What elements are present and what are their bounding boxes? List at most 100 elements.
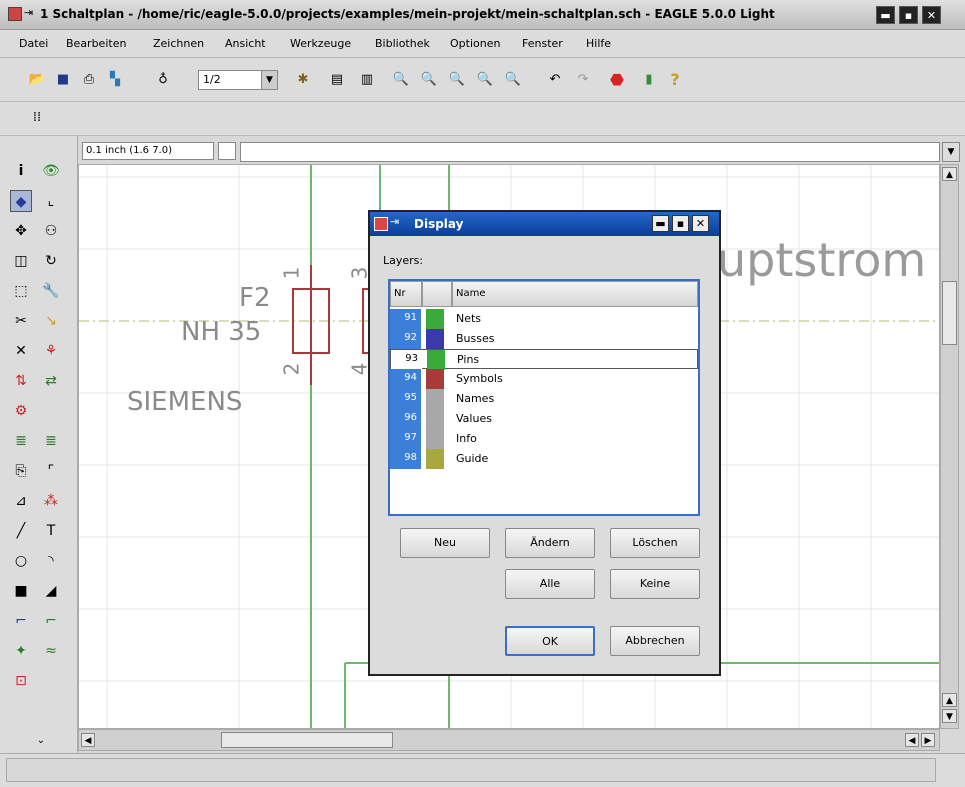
layer-row[interactable]: 97 Info xyxy=(390,429,698,449)
script-icon[interactable]: ▤ xyxy=(326,70,348,90)
dialog-minimize-button[interactable]: ▬ xyxy=(652,215,669,232)
zoom-fit-icon[interactable]: 🔍 xyxy=(390,70,412,90)
change-button[interactable]: Ändern xyxy=(505,528,595,558)
column-header-color[interactable] xyxy=(422,281,452,307)
layer-row[interactable]: 96 Values xyxy=(390,409,698,429)
menu-zeichnen[interactable]: Zeichnen xyxy=(153,37,204,50)
menu-datei[interactable]: Datei xyxy=(19,37,48,50)
new-button[interactable]: Neu xyxy=(400,528,490,558)
menu-bearbeiten[interactable]: Bearbeiten xyxy=(66,37,126,50)
scroll-up-icon[interactable]: ▲ xyxy=(942,167,957,181)
chevron-down-icon[interactable]: ▼ xyxy=(942,142,960,162)
horizontal-scroll-thumb[interactable] xyxy=(221,732,393,748)
all-button[interactable]: Alle xyxy=(505,569,595,599)
minimize-button[interactable]: ▬ xyxy=(876,6,895,24)
change-icon[interactable]: 🔧 xyxy=(40,280,62,302)
ok-button[interactable]: OK xyxy=(505,626,595,656)
more-tools-icon[interactable]: ⌄ xyxy=(30,730,52,752)
zoom-redraw-icon[interactable]: 🔍 xyxy=(474,70,496,90)
save-icon[interactable]: ■ xyxy=(52,70,74,90)
none-button[interactable]: Keine xyxy=(610,569,700,599)
sheet-icon[interactable]: ♁ xyxy=(152,70,174,90)
circle-icon[interactable]: ○ xyxy=(10,550,32,572)
redo-icon[interactable]: ↷ xyxy=(572,70,594,90)
delete-icon[interactable]: ✕ xyxy=(10,340,32,362)
cam-icon[interactable]: ▚ xyxy=(104,70,126,90)
mark-icon[interactable]: ⌞ xyxy=(40,190,62,212)
cancel-button[interactable]: Abbrechen xyxy=(610,626,700,656)
delete-button[interactable]: Löschen xyxy=(610,528,700,558)
undo-icon[interactable]: ↶ xyxy=(544,70,566,90)
command-input[interactable] xyxy=(240,142,940,162)
maximize-button[interactable]: ▪ xyxy=(899,6,918,24)
invoke-icon[interactable]: ⁂ xyxy=(40,490,62,512)
app-icon[interactable] xyxy=(8,7,22,21)
layer-row[interactable]: 93 Pins xyxy=(390,349,698,370)
layer-row[interactable]: 92 Busses xyxy=(390,329,698,349)
menu-bibliothek[interactable]: Bibliothek xyxy=(375,37,430,50)
add-icon[interactable]: ⚘ xyxy=(40,340,62,362)
gateswap-icon[interactable]: ⇄ xyxy=(40,370,62,392)
value-icon[interactable]: ≣ xyxy=(40,430,62,452)
scroll-up-icon[interactable]: ▲ xyxy=(942,693,957,707)
go-icon[interactable]: ▮ xyxy=(638,70,660,90)
junction-icon[interactable]: ✦ xyxy=(10,640,32,662)
column-header-name[interactable]: Name xyxy=(452,281,698,307)
shade-icon[interactable]: ⇥ xyxy=(24,6,33,19)
rotate-icon[interactable]: ↻ xyxy=(40,250,62,272)
group-icon[interactable]: ⬚ xyxy=(10,280,32,302)
dialog-close-button[interactable]: ✕ xyxy=(692,215,709,232)
close-button[interactable]: ✕ xyxy=(922,6,941,24)
menu-ansicht[interactable]: Ansicht xyxy=(225,37,266,50)
label-icon[interactable]: ≈ xyxy=(40,640,62,662)
sheet-select[interactable]: 1/2 ▼ xyxy=(198,70,278,90)
ulp-icon[interactable]: ✱ xyxy=(292,70,314,90)
paste-icon[interactable]: ↘ xyxy=(40,310,62,332)
miter-icon[interactable]: ⌜ xyxy=(40,460,62,482)
bus-icon[interactable]: ⌐ xyxy=(10,610,32,632)
layer-row[interactable]: 95 Names xyxy=(390,389,698,409)
stop-icon[interactable]: ⬣ xyxy=(606,70,628,90)
vertical-scroll-thumb[interactable] xyxy=(942,281,957,345)
layer-list[interactable]: Nr Name 91 Nets 92 Busses 93 Pins 94 Symbols 95 N… xyxy=(388,279,700,516)
copy-icon[interactable]: ⚇ xyxy=(40,220,62,242)
layer-row[interactable]: 94 Symbols xyxy=(390,369,698,389)
scroll-left-icon[interactable]: ◀ xyxy=(81,733,95,747)
mirror-icon[interactable]: ◫ xyxy=(10,250,32,272)
scroll-right-icon[interactable]: ▶ xyxy=(921,733,935,747)
layer-row[interactable]: 91 Nets xyxy=(390,309,698,329)
print-icon[interactable]: ⎙ xyxy=(78,70,100,90)
dialog-maximize-button[interactable]: ▪ xyxy=(672,215,689,232)
open-icon[interactable]: 📂 xyxy=(26,70,48,90)
split-icon[interactable]: ⊿ xyxy=(10,490,32,512)
dialog-app-icon[interactable] xyxy=(374,217,388,231)
column-header-nr[interactable]: Nr xyxy=(390,281,422,307)
grid-icon[interactable]: ⁞⁞ xyxy=(26,108,48,128)
zoom-select-icon[interactable]: 🔍 xyxy=(502,70,524,90)
attribute-icon[interactable]: ⊡ xyxy=(10,670,32,692)
name-icon[interactable]: ≣ xyxy=(10,430,32,452)
dialog-shade-icon[interactable]: ⇥ xyxy=(390,215,399,228)
zoom-out-icon[interactable]: 🔍 xyxy=(446,70,468,90)
horizontal-scrollbar[interactable]: ◀ ◀ ▶ xyxy=(78,729,940,751)
help-icon[interactable]: ? xyxy=(664,70,686,90)
scroll-down-icon[interactable]: ▼ xyxy=(942,709,957,723)
vertical-scrollbar[interactable]: ▲ ▲ ▼ xyxy=(940,164,959,729)
menu-werkzeuge[interactable]: Werkzeuge xyxy=(290,37,351,50)
drc-icon[interactable]: ▥ xyxy=(356,70,378,90)
move-icon[interactable]: ✥ xyxy=(10,220,32,242)
pinswap-icon[interactable]: ⇅ xyxy=(10,370,32,392)
coord-field[interactable] xyxy=(218,142,236,160)
cut-icon[interactable]: ✂ xyxy=(10,310,32,332)
menu-hilfe[interactable]: Hilfe xyxy=(586,37,611,50)
net-icon[interactable]: ⌐ xyxy=(40,610,62,632)
zoom-in-icon[interactable]: 🔍 xyxy=(418,70,440,90)
smash-icon[interactable]: ⎘ xyxy=(10,460,32,482)
text-icon[interactable]: T xyxy=(40,520,62,542)
menu-optionen[interactable]: Optionen xyxy=(450,37,500,50)
arc-icon[interactable]: ◝ xyxy=(40,550,62,572)
polygon-icon[interactable]: ◢ xyxy=(40,580,62,602)
replace-icon[interactable]: ⚙ xyxy=(10,400,32,422)
info-icon[interactable]: i xyxy=(10,160,32,182)
show-icon[interactable]: 👁 xyxy=(40,160,62,182)
